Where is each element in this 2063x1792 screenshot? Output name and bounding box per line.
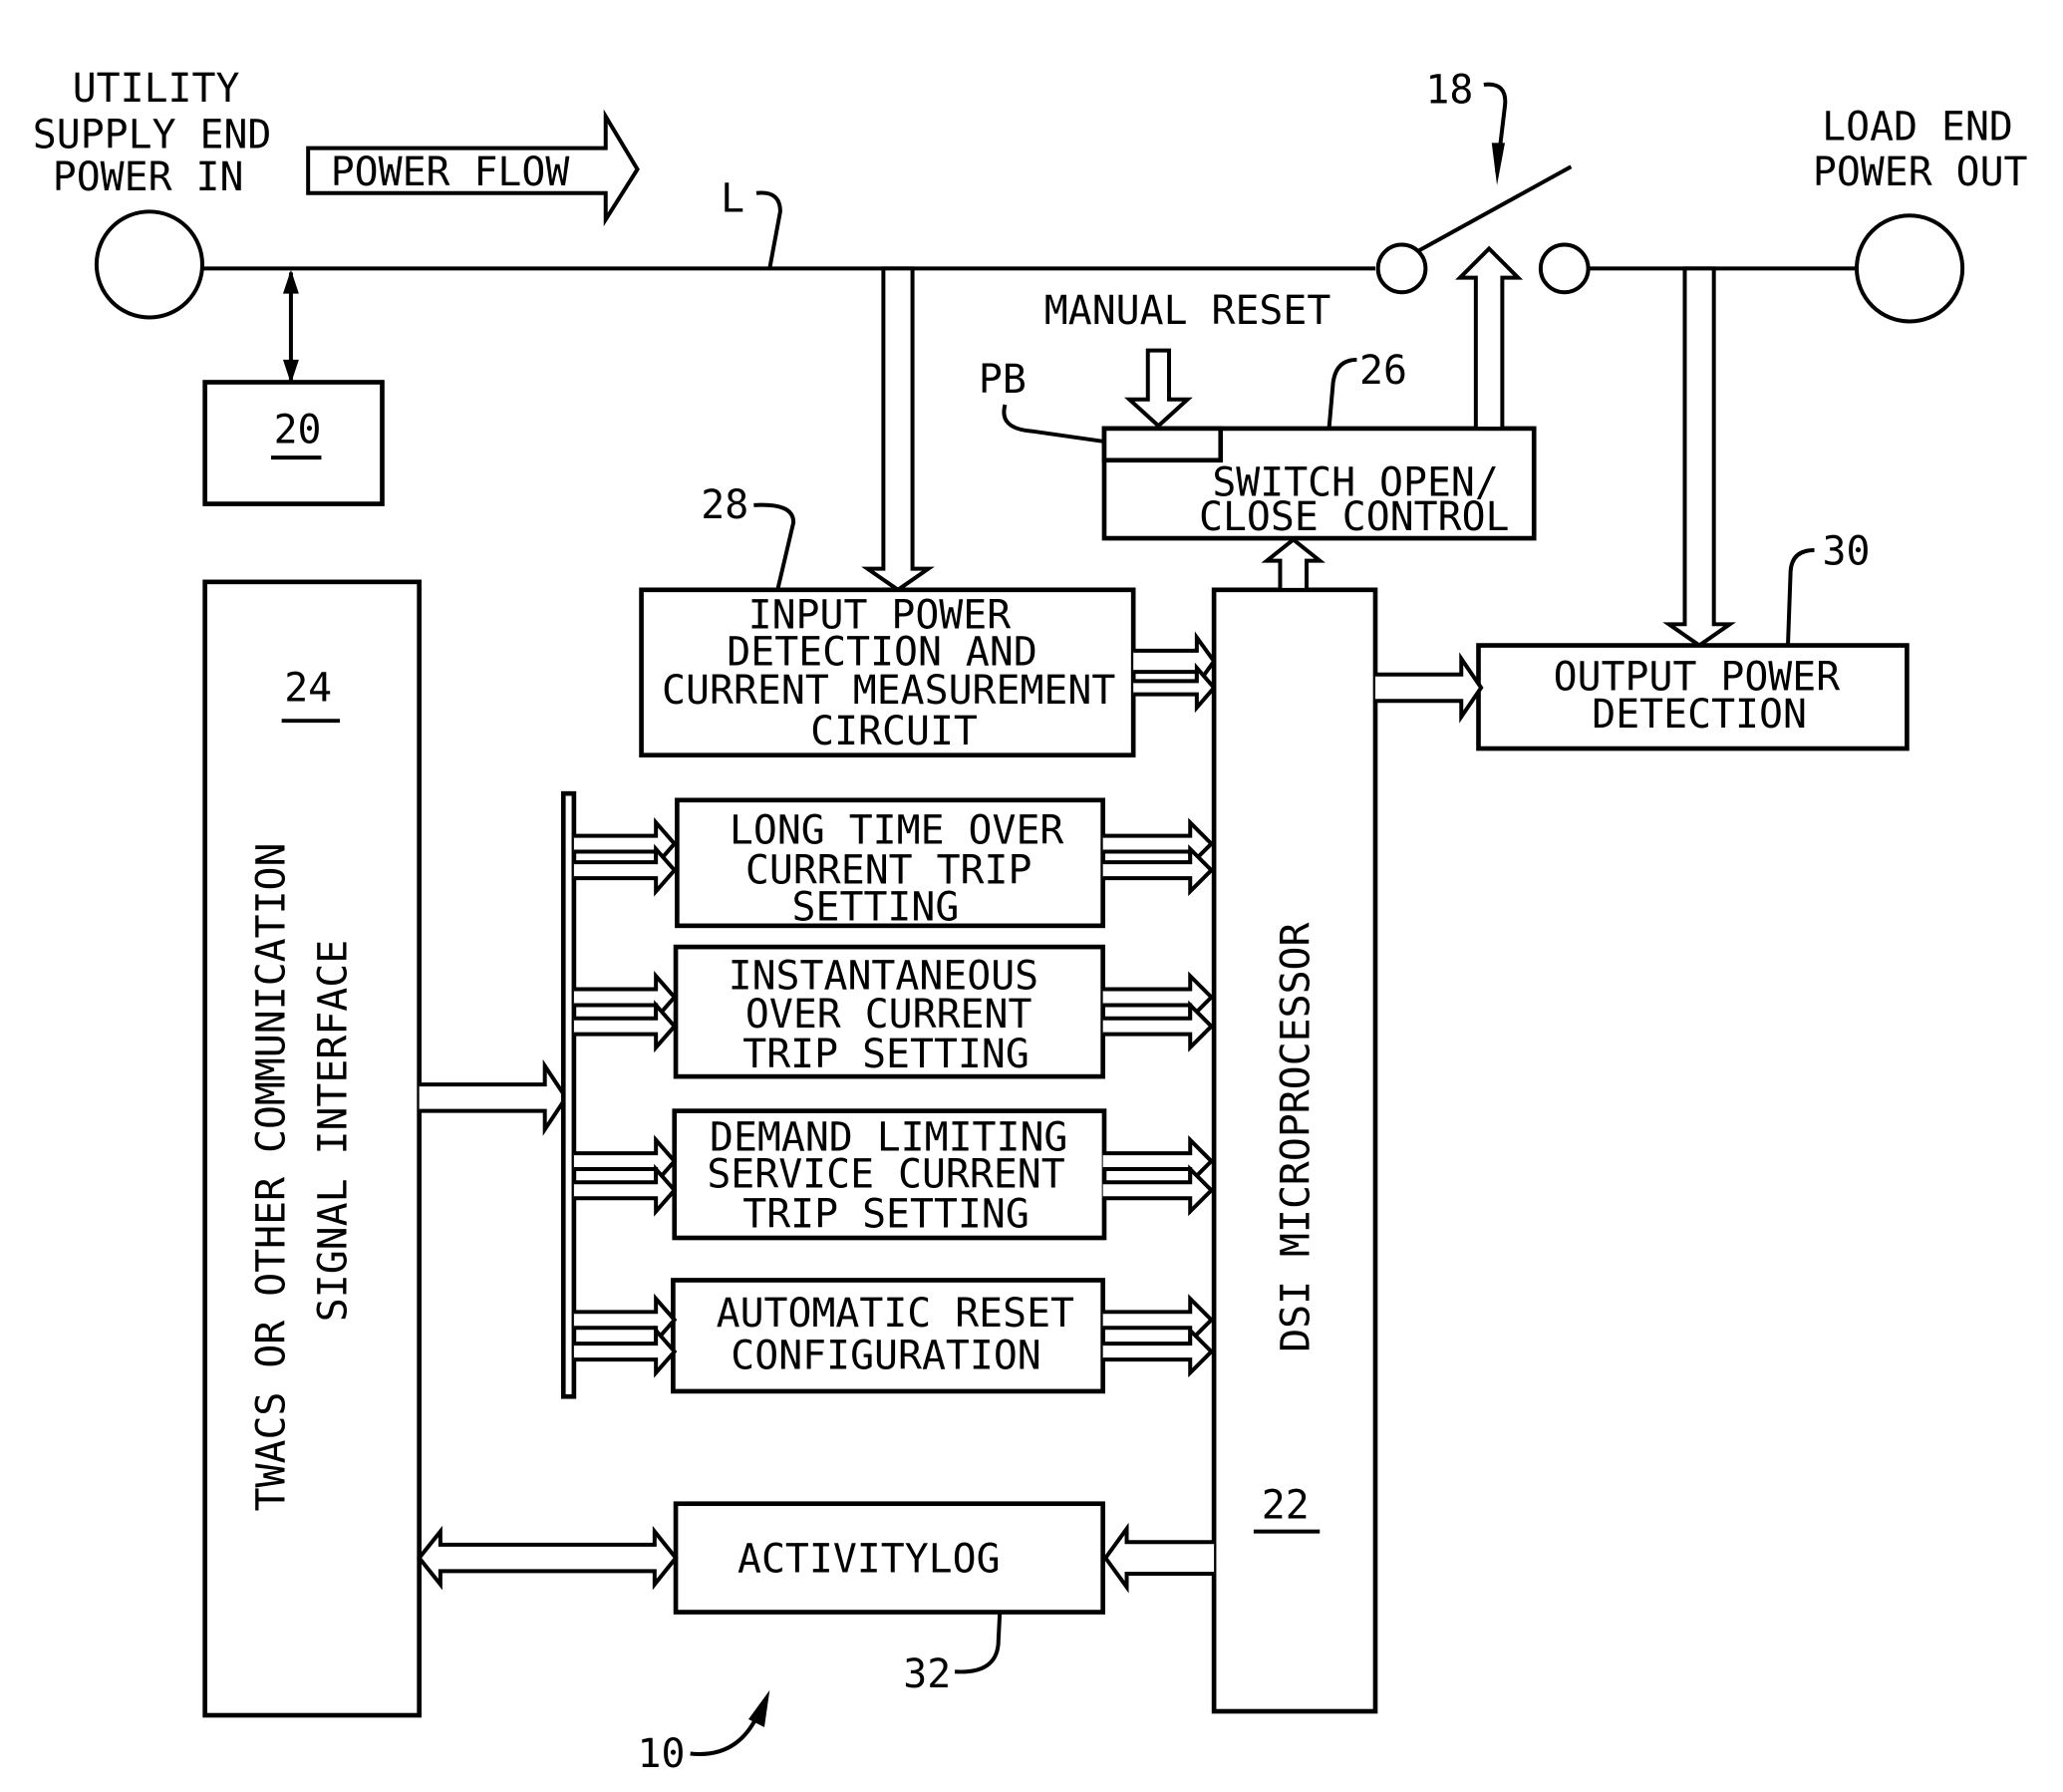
setting-long-time: LONG TIME OVER CURRENT TRIP SETTING (675, 797, 1105, 931)
box26-ref: 26 (1359, 348, 1407, 394)
control-to-switch-arrow (1455, 245, 1524, 431)
box24-line2: SIGNAL INTERFACE (311, 940, 357, 1322)
manual-reset-label: MANUAL RESET (1044, 288, 1331, 334)
box24-ref: 24 (284, 665, 332, 711)
figure-ref: 10 (638, 1731, 686, 1777)
supply-terminal (94, 209, 205, 320)
load-label-line2: POWER OUT (1813, 149, 2028, 195)
box30-line2: DETECTION (1592, 692, 1807, 738)
setting2-line3: TRIP SETTING (742, 1032, 1030, 1077)
load-to-output-arrow (1662, 266, 1736, 648)
setting1-line3: SETTING (792, 885, 960, 931)
box28-line3: CURRENT MEASUREMENT (662, 668, 1115, 714)
box28-line4: CIRCUIT (810, 709, 978, 754)
supply-label-line2: SUPPLY END (33, 113, 272, 158)
microprocessor-label: DSI MICROPROCESSOR (1274, 922, 1320, 1351)
box28-leader (753, 502, 796, 591)
setting-automatic-reset: AUTOMATIC RESET CONFIGURATION (671, 1278, 1105, 1394)
box30-ref: 30 (1823, 529, 1871, 575)
box22-ref: 22 (1262, 1482, 1310, 1528)
switch-ref: 18 (1425, 68, 1473, 114)
activity-log-label: ACTIVITYLOG (737, 1537, 1001, 1583)
pb-leader (1002, 404, 1106, 445)
load-label: LOAD END POWER OUT (1813, 105, 2028, 195)
figure-ref-leader (690, 1707, 762, 1757)
micro-to-output-arrow (1375, 652, 1484, 724)
box20-ref: 20 (274, 408, 322, 453)
setting3-line3: TRIP SETTING (742, 1191, 1030, 1237)
setting4-line2: CONFIGURATION (731, 1333, 1040, 1378)
box30-leader (1786, 548, 1815, 646)
load-terminal (1855, 213, 1965, 324)
box24-line1: TWACS OR OTHER COMMUNICATION (248, 843, 294, 1512)
supply-label-line1: UTILITY (73, 66, 240, 112)
manual-reset-arrow (1124, 348, 1193, 429)
box32-ref: 32 (903, 1651, 951, 1697)
push-button (1101, 426, 1224, 463)
power-flow-label: POWER FLOW (331, 149, 570, 195)
box28-ref: 28 (701, 482, 748, 528)
switch-contact-right (1538, 242, 1591, 295)
setting-instantaneous: INSTANTANEOUS OVER CURRENT TRIP SETTING (673, 944, 1105, 1079)
figure-ref-arrowhead (748, 1689, 770, 1727)
supply-label: UTILITY SUPPLY END POWER IN (33, 66, 272, 200)
setting-demand-limiting: DEMAND LIMITING SERVICE CURRENT TRIP SET… (672, 1108, 1107, 1241)
power-flow-arrow: POWER FLOW (306, 109, 640, 227)
line-leader (755, 190, 782, 269)
line-label: L (721, 175, 744, 221)
switch-leader-arrowhead (1491, 143, 1506, 185)
pb-label: PB (979, 357, 1027, 403)
box26-line2: CLOSE CONTROL (1199, 494, 1509, 540)
interface-to-bus-arrow (419, 1058, 569, 1136)
line-to-input-arrow (861, 266, 935, 593)
setting4-line1: AUTOMATIC RESET (717, 1291, 1074, 1337)
supply-label-line3: POWER IN (53, 154, 244, 200)
micro-to-control-arrow (1261, 536, 1326, 592)
load-label-line1: LOAD END (1822, 105, 2013, 150)
block-diagram: UTILITY SUPPLY END POWER IN POWER FLOW L… (33, 66, 2028, 1777)
switch-blade (1416, 164, 1573, 253)
settings-bus (560, 790, 577, 1399)
box32-leader (954, 1613, 1003, 1674)
micro-to-log-arrow (1102, 1522, 1215, 1594)
interface-log-arrow (417, 1525, 679, 1591)
box26-leader (1326, 357, 1357, 430)
